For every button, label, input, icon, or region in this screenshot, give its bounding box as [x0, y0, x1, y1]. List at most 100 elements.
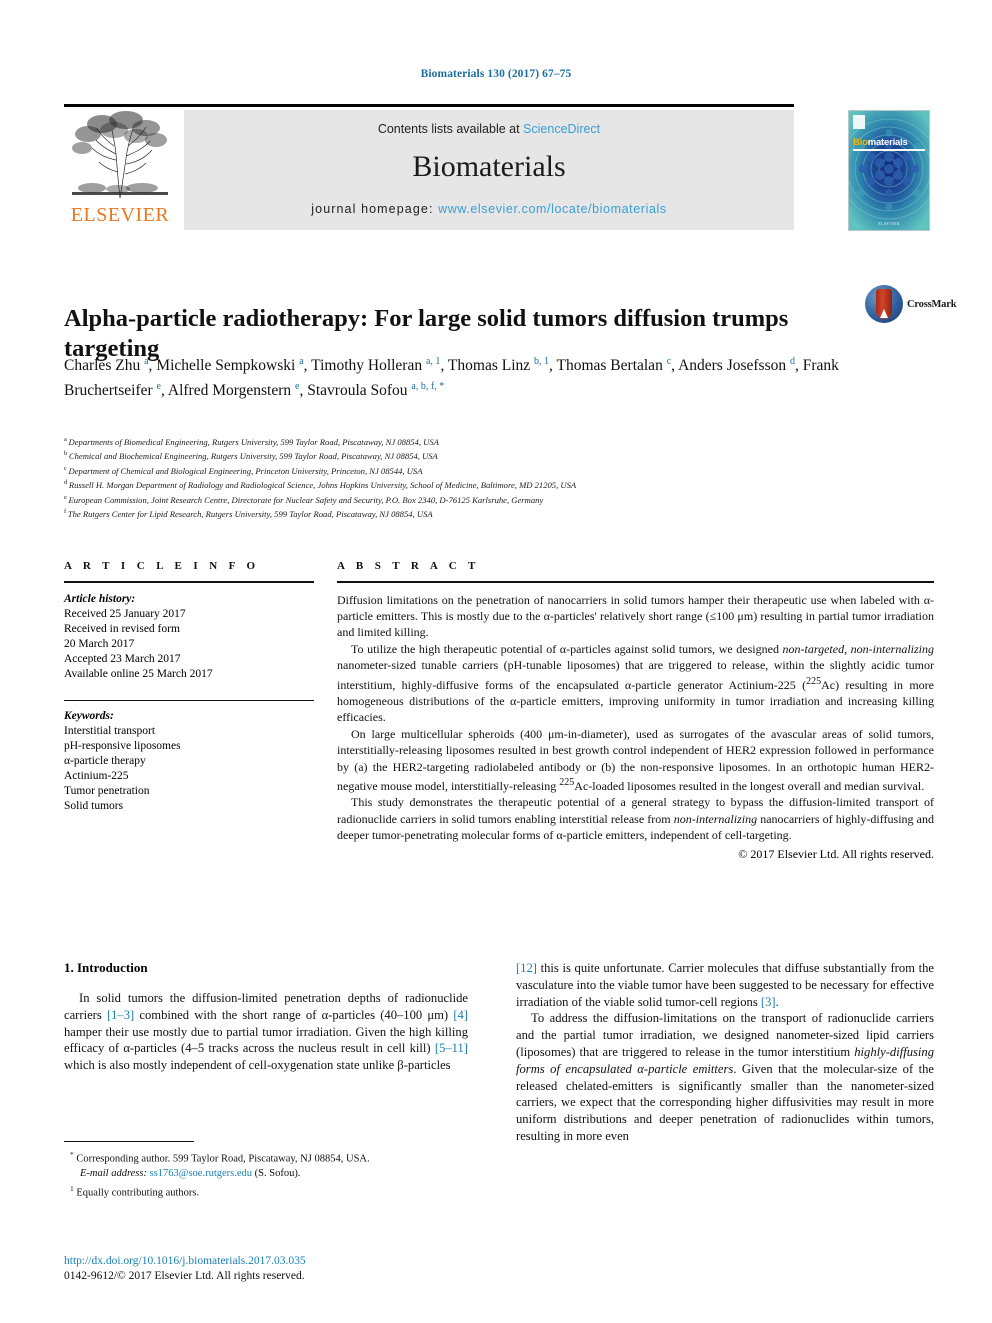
elsevier-tree-icon	[68, 110, 172, 202]
abstract-paragraphs: Diffusion limitations on the penetration…	[337, 592, 934, 844]
article-history-item: Received 25 January 2017	[64, 607, 186, 620]
author-name: Stavroula Sofou	[307, 381, 412, 399]
intro-paragraph-right-2: To address the diffusion-limitations on …	[516, 1011, 934, 1143]
corresponding-author-text: Corresponding author. 599 Taylor Road, P…	[76, 1153, 370, 1165]
footnote-one-mark: 1	[70, 1183, 74, 1193]
abstract-paragraph: Diffusion limitations on the penetration…	[337, 592, 934, 640]
homepage-prefix: journal homepage:	[311, 202, 439, 216]
cover-publisher-mark	[853, 115, 865, 129]
sciencedirect-link[interactable]: ScienceDirect	[523, 122, 600, 136]
affiliation-item: b Chemical and Biochemical Engineering, …	[64, 448, 934, 462]
author-affiliation-mark: e	[295, 380, 300, 392]
email-owner: (S. Sofou).	[254, 1168, 301, 1180]
doi-footer: http://dx.doi.org/10.1016/j.biomaterials…	[64, 1254, 468, 1284]
citation-ref[interactable]: [3]	[761, 995, 776, 1009]
keyword-item: Actinium-225	[64, 769, 129, 782]
affiliation-item: c Department of Chemical and Biological …	[64, 463, 934, 477]
affiliation-text: Departments of Biomedical Engineering, R…	[68, 436, 439, 447]
affiliation-text: Chemical and Biochemical Engineering, Ru…	[68, 451, 438, 462]
running-head: Biomaterials 130 (2017) 67–75	[420, 68, 572, 80]
crossmark-label: CrossMark	[907, 299, 957, 310]
author-name: Anders Josefsson	[678, 357, 790, 375]
journal-homepage-link[interactable]: www.elsevier.com/locate/biomaterials	[438, 202, 667, 216]
elsevier-wordmark: ELSEVIER	[70, 204, 170, 226]
article-info-rule	[64, 581, 314, 583]
contents-panel: Contents lists available at ScienceDirec…	[184, 110, 794, 230]
author-affiliation-mark: a	[144, 356, 149, 367]
affiliation-text: European Commission, Joint Research Cent…	[68, 494, 544, 505]
keyword-lines: Interstitial transport pH-responsive lipo…	[64, 724, 314, 814]
author-affiliation-mark: a, b, f, *	[411, 380, 445, 392]
citation-ref[interactable]: [1–3]	[107, 1008, 134, 1022]
footnote-corresponding-author: * Corresponding author. 599 Taylor Road,…	[64, 1148, 468, 1182]
affiliation-item: d Russell H. Morgan Department of Radiol…	[64, 477, 934, 491]
article-history-item: 20 March 2017	[64, 637, 135, 650]
crossmark-badge[interactable]: CrossMark	[865, 285, 957, 325]
abstract-rule	[337, 581, 934, 583]
affiliation-text: Department of Chemical and Biological En…	[68, 465, 423, 476]
crossmark-book-icon	[876, 289, 892, 319]
affiliation-list: a Departments of Biomedical Engineering,…	[64, 434, 934, 521]
abstract-column: A B S T R A C T Diffusion limitations on…	[337, 560, 934, 862]
footnote-rule	[64, 1141, 194, 1142]
article-history-lines: Received 25 January 2017 Received in revi…	[64, 607, 314, 682]
keyword-item: Tumor penetration	[64, 784, 150, 797]
intro-paragraph-left: In solid tumors the diffusion-limited pe…	[64, 991, 468, 1073]
email-link[interactable]: ss1763@soe.rutgers.edu	[150, 1168, 252, 1179]
author-affiliation-mark: b, 1	[534, 356, 550, 367]
keyword-item: pH-responsive liposomes	[64, 739, 181, 752]
contents-available-line: Contents lists available at ScienceDirec…	[184, 122, 794, 136]
paper-page: Biomaterials 130 (2017) 67–75 ELSEVIER C…	[0, 0, 992, 1323]
journal-cover-thumbnail: Biomaterials ELSEVIER	[848, 110, 930, 231]
author-affiliation-mark: e	[156, 380, 161, 392]
footnote-star-mark: *	[70, 1150, 74, 1159]
affiliation-item: a Departments of Biomedical Engineering,…	[64, 434, 934, 448]
article-history-item: Accepted 23 March 2017	[64, 652, 181, 665]
article-history-label: Article history:	[64, 592, 136, 605]
email-label: E-mail address:	[80, 1168, 147, 1180]
issn-copyright: 0142-9612/© 2017 Elsevier Ltd. All right…	[64, 1270, 305, 1282]
article-info-heading: A R T I C L E I N F O	[64, 560, 260, 572]
abstract-paragraph: This study demonstrates the therapeutic …	[337, 795, 934, 843]
equal-contribution-text: Equally contributing authors.	[76, 1187, 200, 1199]
author-name: Charles Zhu	[64, 357, 145, 375]
author-name: Thomas Linz	[447, 357, 535, 375]
body-column-left: 1. Introduction In solid tumors the diff…	[64, 960, 468, 1074]
intro-paragraph-right-1: [12] this is quite unfortunate. Carrier …	[516, 961, 934, 1009]
author-name: Alfred Morgenstern	[167, 381, 296, 399]
author-affiliation-mark: c	[666, 356, 672, 367]
elsevier-logo: ELSEVIER	[64, 110, 176, 230]
footnote-block: * Corresponding author. 599 Taylor Road,…	[64, 1141, 468, 1201]
keywords-rule	[64, 699, 314, 701]
cover-title: Biomaterials	[853, 137, 908, 148]
doi-link[interactable]: http://dx.doi.org/10.1016/j.biomaterials…	[64, 1254, 468, 1269]
cover-title-materials: materials	[867, 137, 908, 148]
keyword-item: α-particle therapy	[64, 754, 146, 767]
masthead-top-rule	[64, 104, 794, 107]
abstract-paragraph: On large multicellular spheroids (400 μm…	[337, 726, 934, 794]
footnote-equal-contribution: 1 Equally contributing authors.	[64, 1182, 468, 1201]
author-affiliation-mark: a	[299, 356, 304, 367]
affiliation-text: Russell H. Morgan Department of Radiolog…	[68, 480, 577, 491]
article-history-item: Received in revised form	[64, 622, 180, 635]
keyword-item: Interstitial transport	[64, 724, 156, 737]
affiliation-text: The Rutgers Center for Lipid Research, R…	[67, 509, 433, 520]
citation-ref[interactable]: [5–11]	[435, 1041, 468, 1055]
author-affiliation-mark: d	[790, 356, 795, 367]
author-list: Charles Zhu a, Michelle Sempkowski a, Ti…	[64, 356, 839, 399]
body-column-right: [12] this is quite unfortunate. Carrier …	[516, 960, 934, 1145]
article-info-column: A R T I C L E I N F O Article history: R…	[64, 560, 314, 814]
citation-ref[interactable]: [4]	[453, 1008, 468, 1022]
affiliation-item: f The Rutgers Center for Lipid Research,…	[64, 506, 934, 520]
abstract-heading: A B S T R A C T	[337, 560, 480, 572]
cover-title-bio: Bio	[853, 137, 868, 148]
author-name: Timothy Holleran	[311, 357, 426, 375]
journal-homepage-line: journal homepage: www.elsevier.com/locat…	[184, 202, 794, 216]
journal-title: Biomaterials	[412, 150, 566, 183]
keyword-item: Solid tumors	[64, 799, 124, 812]
introduction-heading: 1. Introduction	[64, 960, 148, 975]
citation-ref[interactable]: [12]	[516, 961, 537, 975]
contents-prefix: Contents lists available at	[377, 122, 524, 136]
abstract-paragraph: To utilize the high therapeutic potentia…	[337, 641, 934, 725]
cover-title-underline	[853, 149, 925, 151]
